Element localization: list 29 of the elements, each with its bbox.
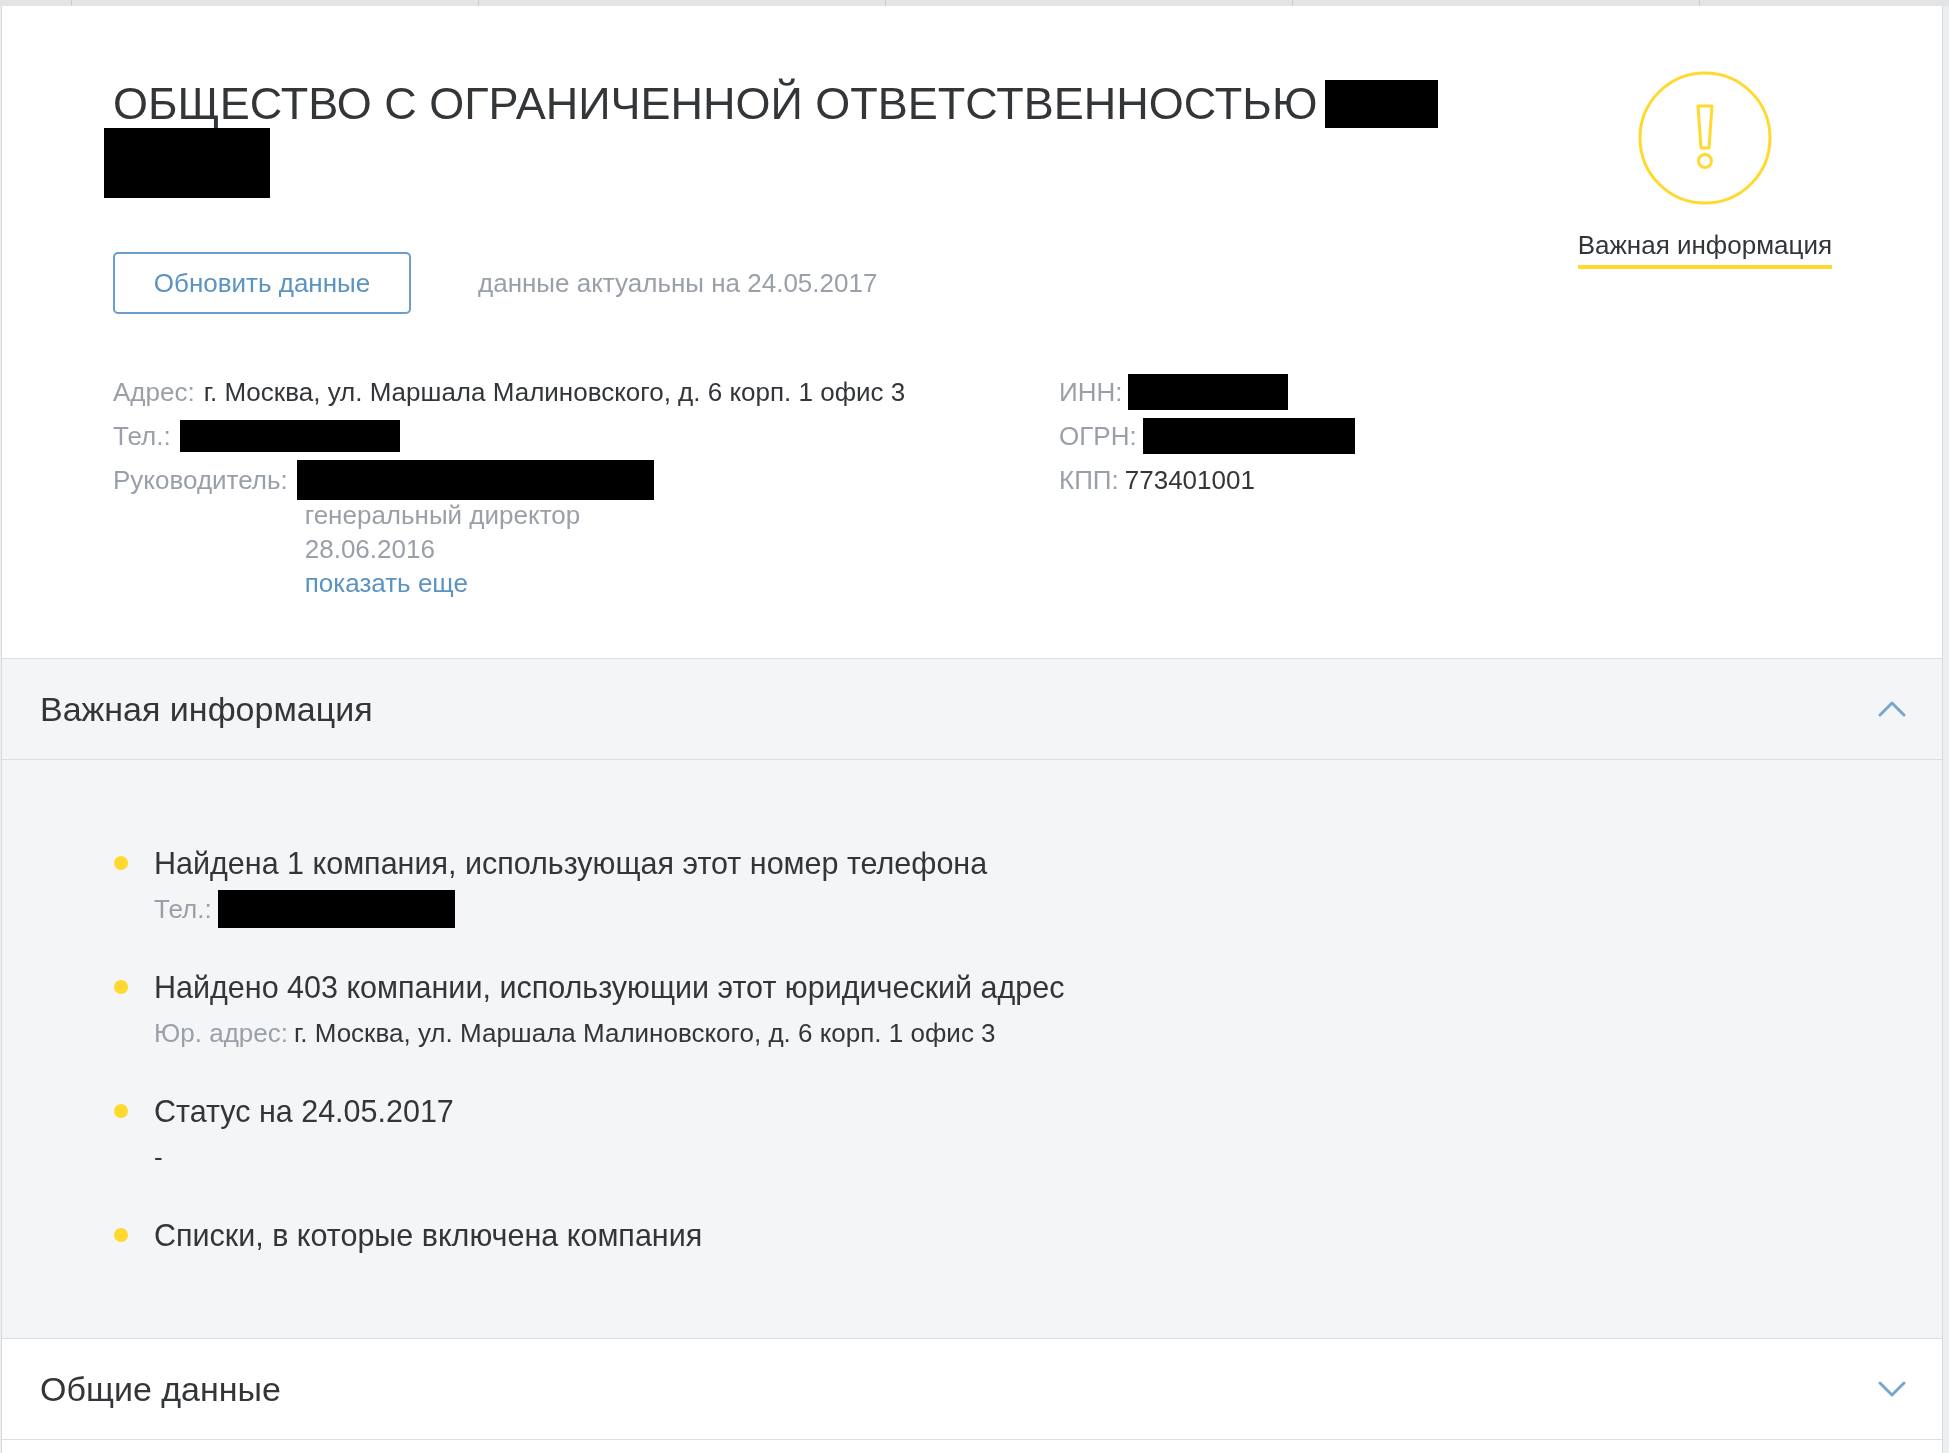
field-value: г. Москва, ул. Маршала Малиновского, д. 6 корп. 1 офис 3: [203, 376, 906, 409]
chevron-down-icon: [1878, 1381, 1906, 1397]
field-label: Тел.:: [113, 420, 171, 453]
field-label: Руководитель:: [113, 464, 288, 497]
updated-date-note: данные актуальны на 24.05.2017: [478, 267, 878, 299]
bullet-dot-icon: [114, 1228, 128, 1242]
field-label: Тел.:: [154, 893, 212, 925]
field-label: Адрес:: [113, 376, 195, 409]
section-toggle[interactable]: Важная информация: [2, 659, 1942, 760]
field-label: ОГРН:: [1059, 420, 1137, 453]
field-value: г. Москва, ул. Маршала Малиновского, д. 6 корп. 1 офис 3: [293, 1017, 996, 1049]
field-label: КПП:: [1059, 464, 1119, 497]
important-info-link[interactable]: Важная информация: [1577, 230, 1832, 269]
warning-circle-icon: [1636, 70, 1773, 206]
field-label: ИНН:: [1059, 376, 1123, 409]
field-label: Юр. адрес:: [154, 1017, 288, 1049]
field-note: 28.06.2016: [303, 533, 436, 566]
info-item-title: Найдено 403 компании, использующии этот юридический адрес: [154, 970, 1065, 1004]
info-item-title: Списки, в которые включена компания: [154, 1218, 703, 1252]
bullet-dot-icon: [114, 1104, 128, 1118]
info-item-title: Найдена 1 компания, использующая этот номер телефона: [154, 846, 988, 880]
bullet-dot-icon: [114, 980, 128, 994]
field-note: генеральный директор: [303, 499, 582, 532]
chevron-up-icon: [1878, 701, 1906, 717]
info-item-title: Статус на 24.05.2017: [154, 1094, 454, 1128]
company-title: ОБЩЕСТВО С ОГРАНИЧЕННОЙ ОТВЕТСТВЕННОСТЬЮ: [113, 78, 1318, 129]
field-value: 773401001: [1124, 464, 1255, 497]
bullet-dot-icon: [114, 856, 128, 870]
field-value: -: [154, 1141, 163, 1173]
